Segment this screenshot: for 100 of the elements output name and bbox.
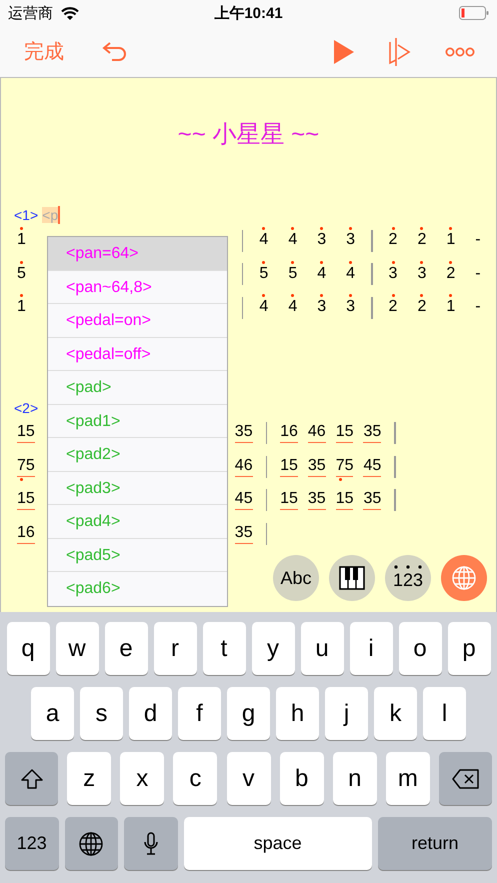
note: 35 [308,452,326,482]
note: 35 [363,418,382,448]
note: 35 [234,518,253,549]
note: 4 [288,226,298,256]
globe-key[interactable] [64,817,118,870]
key[interactable]: v [226,752,270,805]
backspace-icon [452,768,480,788]
section-label: <1> [14,207,38,223]
note: 15 [17,418,35,448]
note: - [475,264,481,284]
note: 1 [446,226,456,256]
key[interactable]: l [423,687,466,740]
letters-mode-button[interactable]: Abc [273,555,319,601]
microphone-icon [142,832,159,856]
shift-key[interactable] [5,752,58,805]
key[interactable]: c [173,752,218,805]
note: 3 [317,293,326,322]
key[interactable]: x [120,752,164,805]
key[interactable]: p [448,622,490,675]
key[interactable]: q [6,622,50,675]
text-cursor [58,206,60,224]
note: 5 [17,260,26,289]
globe-icon [78,830,104,856]
key[interactable]: g [227,687,270,740]
note: 15 [17,485,35,516]
step-play-icon[interactable] [389,36,411,66]
key[interactable]: a [31,687,74,740]
note: 1 [446,293,456,322]
key[interactable]: h [276,687,319,740]
key[interactable]: k [374,687,417,740]
note: 1 [17,293,26,322]
undo-icon[interactable] [102,40,128,62]
key[interactable]: i [350,622,392,675]
play-icon[interactable] [333,38,355,64]
note: 2 [446,260,456,289]
note: 5 [288,260,298,289]
key[interactable]: e [104,622,148,675]
piano-mode-button[interactable] [329,555,375,601]
note: 3 [417,260,426,289]
note: 15 [336,418,354,448]
globe-icon [451,565,477,591]
carrier-name: 运营商 [8,4,53,22]
wifi-icon [61,6,79,20]
note: 45 [363,452,382,482]
note: 46 [308,418,326,448]
note: 15 [336,485,354,516]
note: 3 [317,226,326,256]
key[interactable]: n [332,752,377,805]
note: 45 [234,485,253,516]
note: 4 [259,226,268,256]
note: 15 [280,452,298,482]
note: 5 [259,260,268,289]
note: 15 [280,485,298,516]
key[interactable]: t [202,622,246,675]
note: 2 [388,293,398,322]
key[interactable]: y [252,622,294,675]
note: 3 [346,226,356,256]
key[interactable]: z [67,752,112,805]
note: 2 [388,226,398,256]
note: 3 [346,293,356,322]
key[interactable]: b [280,752,324,805]
key[interactable]: u [300,622,344,675]
key[interactable]: f [178,687,221,740]
shift-icon [20,768,42,788]
note: - [475,297,481,318]
note: 16 [17,518,35,549]
note: - [475,230,481,250]
key[interactable]: d [129,687,172,740]
more-icon[interactable] [445,46,475,56]
delete-key[interactable] [439,752,492,805]
note: 35 [234,418,253,448]
numbers-mode-button[interactable]: 123 [385,555,431,601]
note: 2 [417,293,426,322]
key[interactable]: m [386,752,430,805]
return-key[interactable]: return [378,817,492,870]
battery-icon [459,6,489,20]
note: 2 [417,226,426,256]
clock-time: 上午10:41 [214,4,283,22]
note: 4 [288,293,298,322]
key[interactable]: w [56,622,98,675]
typed-text: <p [42,207,58,223]
note: 46 [234,452,253,482]
microphone-key[interactable] [124,817,178,870]
numbers-key[interactable]: 123 [5,817,59,870]
key[interactable]: o [398,622,442,675]
note: 1 [17,226,26,256]
space-bar[interactable]: space [184,817,372,870]
note: 75 [17,452,35,482]
score-title: ~~ 小星星 ~~ [176,120,320,148]
note: 4 [259,293,268,322]
note: 4 [317,260,326,289]
note: 3 [388,260,398,289]
note: 16 [280,418,298,448]
globe-mode-button[interactable] [441,555,487,601]
key[interactable]: s [80,687,123,740]
note: 35 [308,485,326,516]
note: 4 [346,260,356,289]
key[interactable]: r [154,622,196,675]
note: 75 [336,452,354,482]
key[interactable]: j [325,687,368,740]
